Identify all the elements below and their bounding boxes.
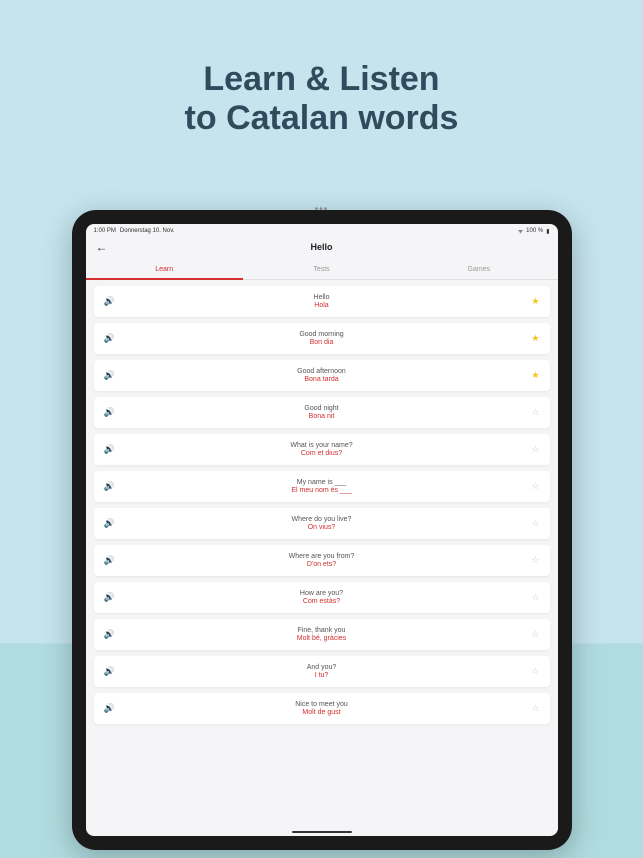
home-indicator[interactable] bbox=[292, 831, 352, 833]
word-text: Good morningBon dia bbox=[116, 331, 528, 346]
tab-tests[interactable]: Tests bbox=[243, 260, 400, 279]
word-card: 🔊Good afternoonBona tarda★ bbox=[94, 360, 550, 391]
word-catalan: Hola bbox=[116, 302, 528, 309]
speaker-icon[interactable]: 🔊 bbox=[104, 444, 116, 455]
favorite-star-icon[interactable]: ★ bbox=[528, 296, 540, 307]
favorite-star-icon[interactable]: ☆ bbox=[528, 555, 540, 566]
word-list: 🔊HelloHola★🔊Good morningBon dia★🔊Good af… bbox=[86, 280, 558, 829]
speaker-icon[interactable]: 🔊 bbox=[104, 481, 116, 492]
favorite-star-icon[interactable]: ☆ bbox=[528, 666, 540, 677]
word-catalan: Molt bé, gràcies bbox=[116, 635, 528, 642]
word-text: Where do you live?On vius? bbox=[116, 516, 528, 531]
word-text: Good nightBona nit bbox=[116, 405, 528, 420]
tabs: LearnTestsGames bbox=[86, 260, 558, 280]
speaker-icon[interactable]: 🔊 bbox=[104, 518, 116, 529]
favorite-star-icon[interactable]: ★ bbox=[528, 333, 540, 344]
speaker-icon[interactable]: 🔊 bbox=[104, 333, 116, 344]
word-catalan: On vius? bbox=[116, 524, 528, 531]
word-card: 🔊My name is ___El meu nom és ___☆ bbox=[94, 471, 550, 502]
word-english: Where are you from? bbox=[116, 553, 528, 560]
word-catalan: Molt de gust bbox=[116, 709, 528, 716]
word-catalan: Com et dius? bbox=[116, 450, 528, 457]
speaker-icon[interactable]: 🔊 bbox=[104, 592, 116, 603]
tab-learn[interactable]: Learn bbox=[86, 260, 243, 279]
word-text: And you?I tu? bbox=[116, 664, 528, 679]
word-card: 🔊Good morningBon dia★ bbox=[94, 323, 550, 354]
word-catalan: Com estàs? bbox=[116, 598, 528, 605]
favorite-star-icon[interactable]: ☆ bbox=[528, 518, 540, 529]
wifi-icon: ᯤ bbox=[518, 227, 523, 235]
word-english: Where do you live? bbox=[116, 516, 528, 523]
status-date: Donnerstag 10. Nov. bbox=[120, 228, 175, 234]
tablet-frame: 1:00 PM Donnerstag 10. Nov. ••• ᯤ 100 % … bbox=[72, 210, 572, 850]
word-text: HelloHola bbox=[116, 294, 528, 309]
word-card: 🔊Nice to meet youMolt de gust☆ bbox=[94, 693, 550, 724]
word-card: 🔊Fine, thank youMolt bé, gràcies☆ bbox=[94, 619, 550, 650]
word-card: 🔊How are you?Com estàs?☆ bbox=[94, 582, 550, 613]
word-text: My name is ___El meu nom és ___ bbox=[116, 479, 528, 494]
speaker-icon[interactable]: 🔊 bbox=[104, 703, 116, 714]
word-english: Good morning bbox=[116, 331, 528, 338]
word-catalan: D'on ets? bbox=[116, 561, 528, 568]
word-english: Fine, thank you bbox=[116, 627, 528, 634]
speaker-icon[interactable]: 🔊 bbox=[104, 370, 116, 381]
battery-icon: ▮ bbox=[546, 228, 549, 235]
promo-line2: to Catalan words bbox=[0, 99, 643, 138]
word-catalan: Bon dia bbox=[116, 339, 528, 346]
word-card: 🔊And you?I tu?☆ bbox=[94, 656, 550, 687]
word-english: Good afternoon bbox=[116, 368, 528, 375]
page-title: Hello bbox=[96, 242, 548, 252]
word-text: Good afternoonBona tarda bbox=[116, 368, 528, 383]
back-button[interactable]: ← bbox=[96, 240, 108, 254]
favorite-star-icon[interactable]: ☆ bbox=[528, 444, 540, 455]
favorite-star-icon[interactable]: ★ bbox=[528, 370, 540, 381]
battery-pct: 100 % bbox=[526, 228, 543, 234]
speaker-icon[interactable]: 🔊 bbox=[104, 666, 116, 677]
word-english: Good night bbox=[116, 405, 528, 412]
speaker-icon[interactable]: 🔊 bbox=[104, 555, 116, 566]
word-catalan: El meu nom és ___ bbox=[116, 487, 528, 494]
speaker-icon[interactable]: 🔊 bbox=[104, 296, 116, 307]
word-card: 🔊What is your name?Com et dius?☆ bbox=[94, 434, 550, 465]
promo-title: Learn & Listen to Catalan words bbox=[0, 0, 643, 138]
screen: 1:00 PM Donnerstag 10. Nov. ••• ᯤ 100 % … bbox=[86, 224, 558, 836]
word-catalan: Bona tarda bbox=[116, 376, 528, 383]
word-text: Fine, thank youMolt bé, gràcies bbox=[116, 627, 528, 642]
favorite-star-icon[interactable]: ☆ bbox=[528, 481, 540, 492]
word-text: How are you?Com estàs? bbox=[116, 590, 528, 605]
word-card: 🔊Where do you live?On vius?☆ bbox=[94, 508, 550, 539]
word-card: 🔊Where are you from?D'on ets?☆ bbox=[94, 545, 550, 576]
status-bar: 1:00 PM Donnerstag 10. Nov. ••• ᯤ 100 % … bbox=[86, 224, 558, 238]
word-english: What is your name? bbox=[116, 442, 528, 449]
word-english: My name is ___ bbox=[116, 479, 528, 486]
favorite-star-icon[interactable]: ☆ bbox=[528, 407, 540, 418]
word-catalan: I tu? bbox=[116, 672, 528, 679]
word-text: Nice to meet youMolt de gust bbox=[116, 701, 528, 716]
promo-line1: Learn & Listen bbox=[0, 60, 643, 99]
tab-games[interactable]: Games bbox=[400, 260, 557, 279]
speaker-icon[interactable]: 🔊 bbox=[104, 629, 116, 640]
word-english: Nice to meet you bbox=[116, 701, 528, 708]
word-catalan: Bona nit bbox=[116, 413, 528, 420]
status-time: 1:00 PM bbox=[94, 228, 116, 234]
favorite-star-icon[interactable]: ☆ bbox=[528, 703, 540, 714]
word-english: And you? bbox=[116, 664, 528, 671]
word-text: What is your name?Com et dius? bbox=[116, 442, 528, 457]
nav-bar: ← Hello bbox=[86, 238, 558, 260]
word-card: 🔊Good nightBona nit☆ bbox=[94, 397, 550, 428]
word-card: 🔊HelloHola★ bbox=[94, 286, 550, 317]
word-text: Where are you from?D'on ets? bbox=[116, 553, 528, 568]
word-english: Hello bbox=[116, 294, 528, 301]
word-english: How are you? bbox=[116, 590, 528, 597]
favorite-star-icon[interactable]: ☆ bbox=[528, 629, 540, 640]
speaker-icon[interactable]: 🔊 bbox=[104, 407, 116, 418]
favorite-star-icon[interactable]: ☆ bbox=[528, 592, 540, 603]
